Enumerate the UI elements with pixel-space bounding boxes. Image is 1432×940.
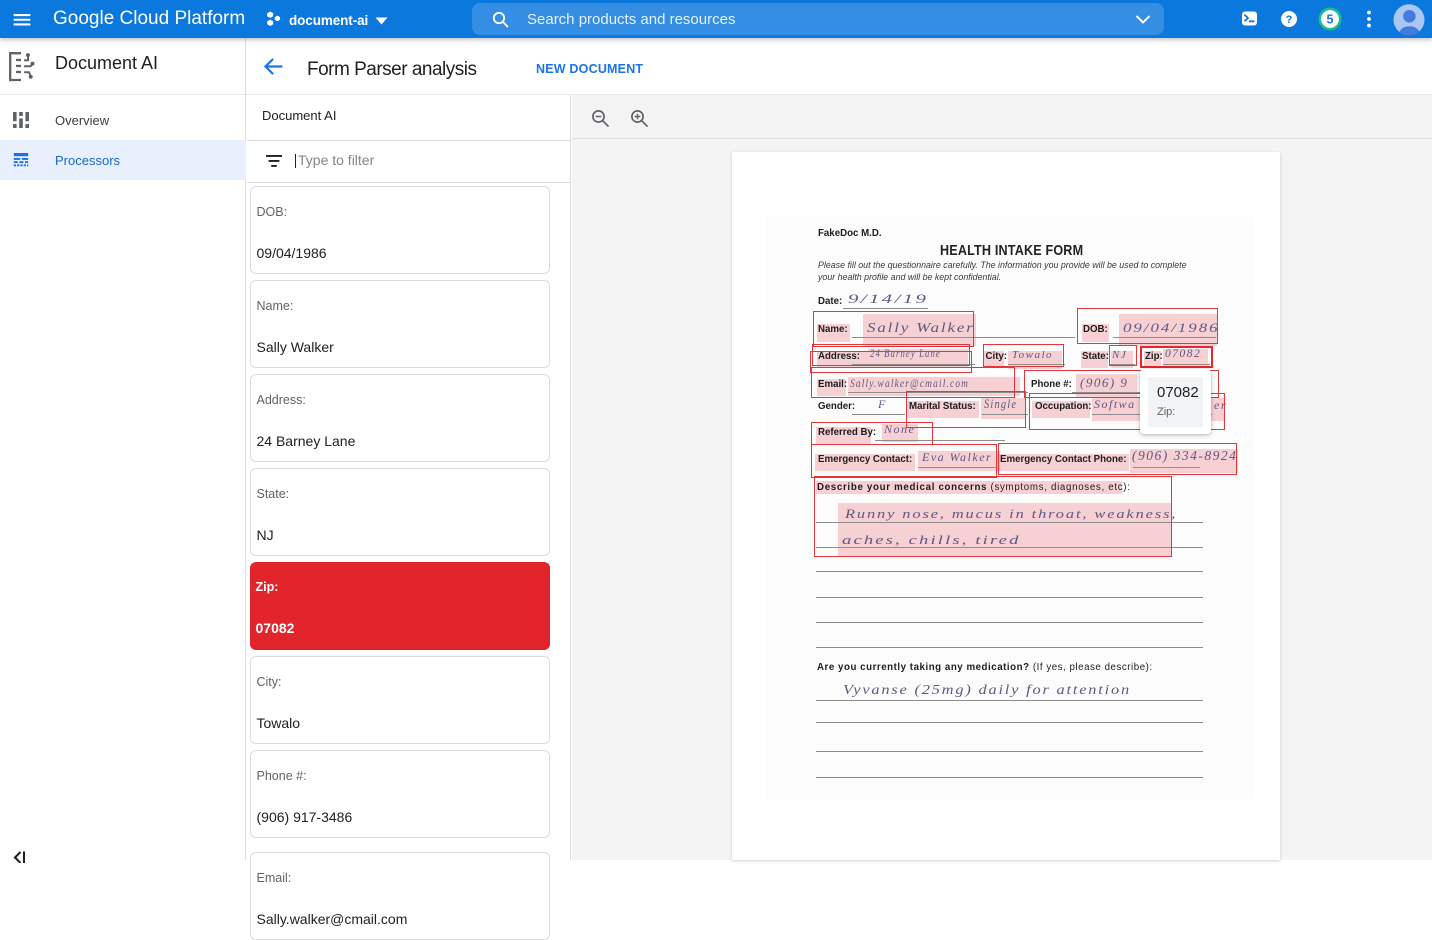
svg-text:5: 5 [1327, 12, 1334, 26]
svg-text:?: ? [1286, 14, 1293, 26]
